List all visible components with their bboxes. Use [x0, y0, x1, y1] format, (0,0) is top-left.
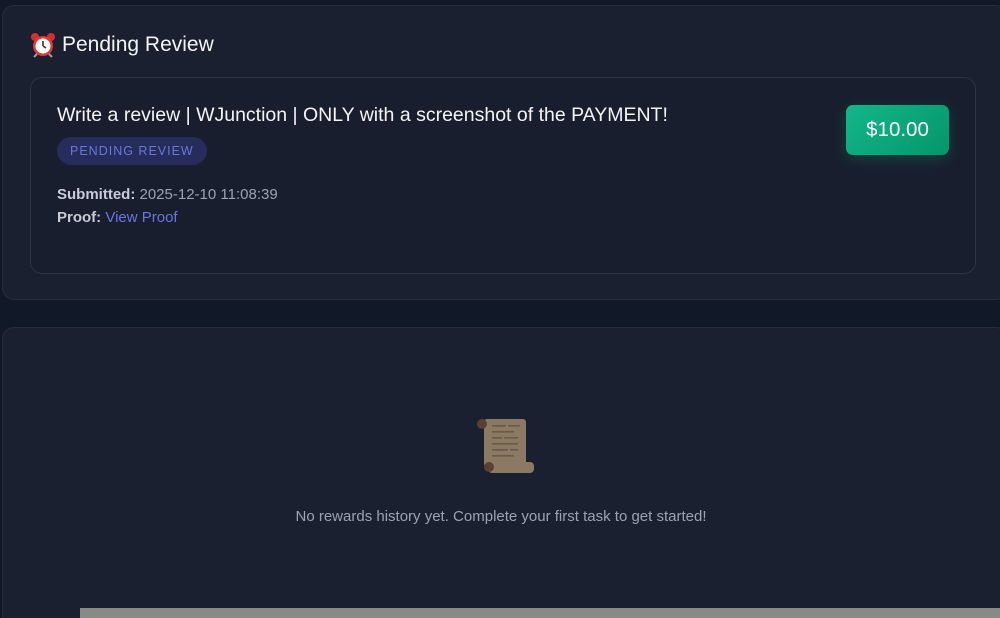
section-title: Pending Review — [30, 32, 214, 58]
page: Pending Review Write a review | WJunctio… — [0, 0, 1000, 618]
submitted-value: 2025-12-10 11:08:39 — [139, 186, 278, 203]
empty-history-message: No rewards history yet. Complete your fi… — [295, 508, 707, 525]
horizontal-scrollbar[interactable] — [80, 608, 1000, 618]
reward-amount-button[interactable]: $10.00 — [846, 105, 949, 155]
proof-line: Proof: View Proof — [57, 209, 178, 226]
proof-label: Proof: — [57, 209, 102, 226]
task-card: Write a review | WJunction | ONLY with a… — [30, 77, 976, 274]
view-proof-link[interactable]: View Proof — [105, 209, 177, 226]
alarm-clock-icon — [30, 32, 56, 58]
submitted-line: Submitted: 2025-12-10 11:08:39 — [57, 186, 278, 203]
submitted-label: Submitted: — [57, 186, 136, 203]
rewards-history-section: No rewards history yet. Complete your fi… — [2, 327, 1000, 618]
status-badge: PENDING REVIEW — [57, 137, 207, 165]
scroll-icon — [472, 417, 534, 477]
task-title: Write a review | WJunction | ONLY with a… — [57, 104, 668, 126]
pending-review-section: Pending Review Write a review | WJunctio… — [2, 5, 1000, 300]
section-title-text: Pending Review — [62, 33, 214, 56]
